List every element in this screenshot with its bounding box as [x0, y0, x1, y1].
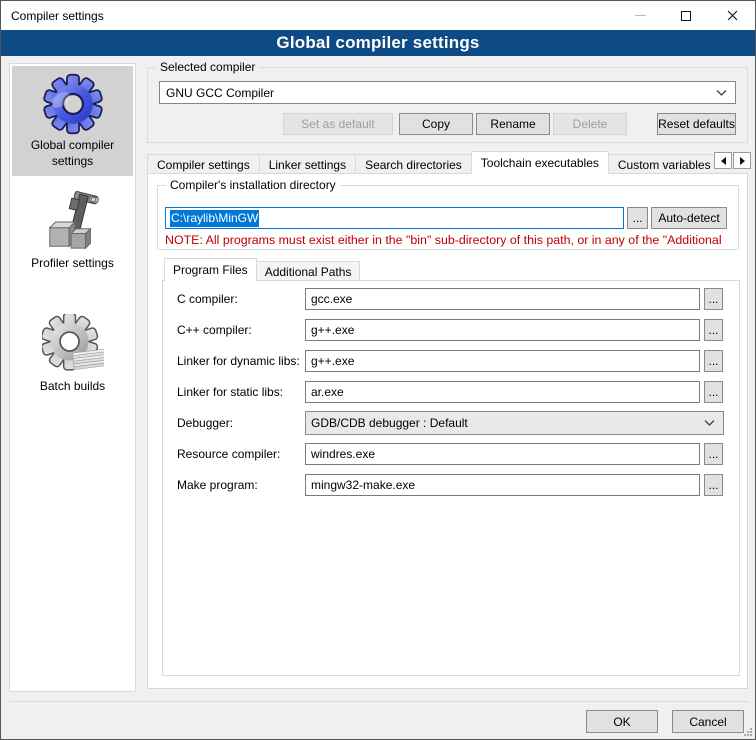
blue-gear-icon — [42, 73, 104, 135]
tab-toolchain-executables[interactable]: Toolchain executables — [471, 151, 609, 174]
sidebar-item-label: Profiler settings — [14, 256, 131, 272]
field-label: Linker for static libs: — [177, 385, 305, 399]
field-row-debugger: Debugger: GDB/CDB debugger : Default — [163, 412, 739, 434]
field-row-dynamic-linker: Linker for dynamic libs: g++.exe ... — [163, 350, 739, 372]
sidebar-item-global-compiler-settings[interactable]: Global compiler settings — [12, 66, 133, 176]
tab-custom-variables[interactable]: Custom variables — [608, 154, 713, 174]
tab-scroll-right-button[interactable] — [733, 152, 751, 169]
field-row-resource-compiler: Resource compiler: windres.exe ... — [163, 443, 739, 465]
arrow-left-icon — [721, 157, 726, 165]
chevron-down-icon — [716, 90, 727, 96]
static-linker-browse-button[interactable]: ... — [704, 381, 723, 403]
installation-directory-group-label: Compiler's installation directory — [166, 178, 340, 192]
field-label: Make program: — [177, 478, 305, 492]
toolchain-executables-page: Compiler's installation directory C:\ray… — [147, 173, 748, 689]
settings-category-list: Global compiler settings — [9, 63, 136, 692]
install-dir-selected-text: C:\raylib\MinGW — [170, 210, 259, 227]
field-row-cpp-compiler: C++ compiler: g++.exe ... — [163, 319, 739, 341]
set-as-default-button: Set as default — [283, 113, 393, 135]
field-label: C compiler: — [177, 292, 305, 306]
copy-button[interactable]: Copy — [399, 113, 473, 135]
tab-scroll-left-button[interactable] — [714, 152, 732, 169]
c-compiler-input[interactable]: gcc.exe — [305, 288, 700, 310]
minimize-icon — [635, 15, 646, 16]
rename-button[interactable]: Rename — [476, 113, 550, 135]
caliper-icon — [42, 191, 104, 253]
program-files-panel: C compiler: gcc.exe ... C++ compiler: g+… — [162, 280, 740, 676]
field-label: Linker for dynamic libs: — [177, 354, 305, 368]
tab-program-files[interactable]: Program Files — [164, 258, 257, 281]
resize-grip[interactable] — [743, 727, 753, 737]
field-row-make-program: Make program: mingw32-make.exe ... — [163, 474, 739, 496]
install-dir-input[interactable]: C:\raylib\MinGW — [165, 207, 624, 229]
ok-button[interactable]: OK — [586, 710, 658, 733]
resource-compiler-input[interactable]: windres.exe — [305, 443, 700, 465]
sidebar-item-label: Batch builds — [14, 379, 131, 395]
reset-defaults-button[interactable]: Reset defaults — [657, 113, 736, 135]
tab-additional-paths[interactable]: Additional Paths — [256, 261, 361, 281]
footer-divider — [9, 701, 749, 702]
dynamic-linker-browse-button[interactable]: ... — [704, 350, 723, 372]
static-linker-input[interactable]: ar.exe — [305, 381, 700, 403]
install-dir-note: NOTE: All programs must exist either in … — [165, 233, 734, 247]
make-program-input[interactable]: mingw32-make.exe — [305, 474, 700, 496]
compiler-select-value: GNU GCC Compiler — [166, 86, 274, 100]
make-program-browse-button[interactable]: ... — [704, 474, 723, 496]
arrow-right-icon — [740, 157, 745, 165]
tab-compiler-settings[interactable]: Compiler settings — [147, 154, 260, 174]
minimize-button[interactable] — [617, 1, 663, 30]
debugger-select-value: GDB/CDB debugger : Default — [311, 416, 468, 430]
installation-directory-group: Compiler's installation directory C:\ray… — [157, 185, 739, 250]
selected-compiler-group: Selected compiler GNU GCC Compiler Set a… — [147, 67, 748, 143]
cancel-button[interactable]: Cancel — [672, 710, 744, 733]
close-button[interactable] — [709, 1, 755, 30]
program-files-tab-bar: Program Files Additional Paths — [164, 258, 360, 281]
compiler-buttons-row: Set as default Copy Rename Delete Reset … — [283, 113, 736, 135]
delete-button: Delete — [553, 113, 627, 135]
close-icon — [727, 10, 738, 21]
c-compiler-browse-button[interactable]: ... — [704, 288, 723, 310]
window-title: Compiler settings — [1, 9, 104, 23]
debugger-select[interactable]: GDB/CDB debugger : Default — [305, 411, 724, 435]
field-row-static-linker: Linker for static libs: ar.exe ... — [163, 381, 739, 403]
compiler-select[interactable]: GNU GCC Compiler — [159, 81, 736, 104]
settings-tab-bar: Compiler settings Linker settings Search… — [147, 151, 713, 174]
field-row-c-compiler: C compiler: gcc.exe ... — [163, 288, 739, 310]
maximize-icon — [681, 11, 691, 21]
sidebar-item-label: Global compiler settings — [14, 138, 131, 169]
resource-compiler-browse-button[interactable]: ... — [704, 443, 723, 465]
field-label: Debugger: — [177, 416, 305, 430]
chevron-down-icon — [704, 420, 715, 426]
selected-compiler-group-label: Selected compiler — [156, 60, 259, 74]
sidebar-item-batch-builds[interactable]: Batch builds — [12, 307, 133, 402]
auto-detect-button[interactable]: Auto-detect — [651, 207, 727, 229]
cpp-compiler-browse-button[interactable]: ... — [704, 319, 723, 341]
maximize-button[interactable] — [663, 1, 709, 30]
page-title: Global compiler settings — [1, 30, 755, 56]
gray-gear-stack-icon — [42, 314, 104, 376]
install-dir-browse-button[interactable]: ... — [627, 207, 648, 229]
dynamic-linker-input[interactable]: g++.exe — [305, 350, 700, 372]
sidebar-item-profiler-settings[interactable]: Profiler settings — [12, 184, 133, 279]
window-controls — [617, 1, 755, 30]
compiler-settings-dialog: Compiler settings Global compiler settin… — [0, 0, 756, 740]
field-label: C++ compiler: — [177, 323, 305, 337]
cpp-compiler-input[interactable]: g++.exe — [305, 319, 700, 341]
tab-search-directories[interactable]: Search directories — [355, 154, 472, 174]
tab-scroll-arrows — [713, 152, 751, 169]
title-bar: Compiler settings — [1, 1, 755, 30]
field-label: Resource compiler: — [177, 447, 305, 461]
tab-linker-settings[interactable]: Linker settings — [259, 154, 356, 174]
